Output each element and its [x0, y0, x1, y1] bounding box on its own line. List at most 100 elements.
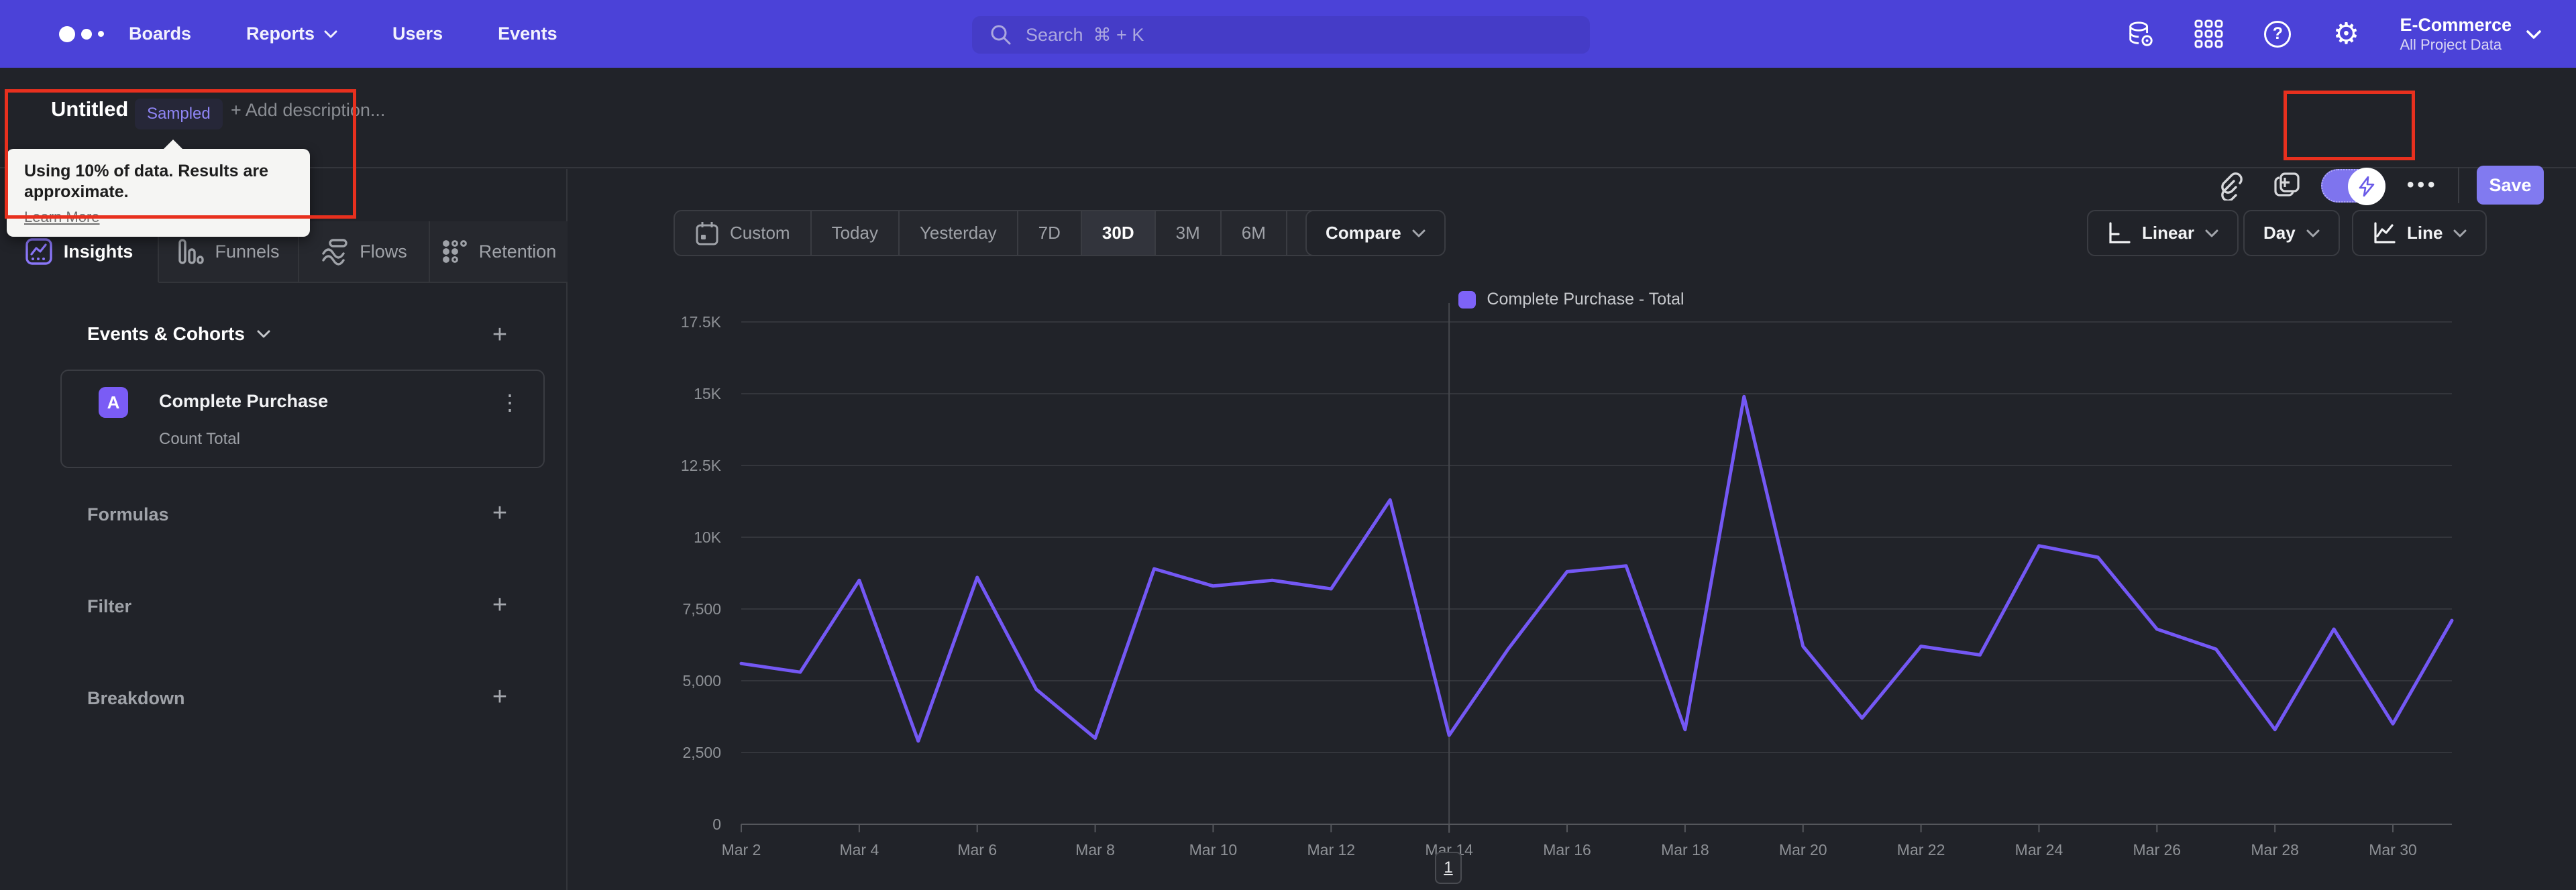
nav-right-cluster: ? ⚙ E-Commerce All Project Data: [2126, 0, 2541, 68]
chevron-down-icon: [257, 330, 270, 338]
chart-type-label: Line: [2407, 223, 2443, 243]
section-formulas: Formulas: [87, 504, 169, 524]
help-icon[interactable]: ?: [2263, 19, 2292, 49]
y-tick-label: 10K: [694, 529, 722, 546]
chart-legend[interactable]: Complete Purchase - Total: [567, 290, 2576, 309]
project-selector[interactable]: E-Commerce All Project Data: [2400, 14, 2541, 54]
funnels-icon: [178, 239, 205, 264]
nav-item-label: Users: [392, 23, 443, 44]
y-tick-label: 17.5K: [681, 313, 722, 331]
events-cohorts-label: Events & Cohorts: [87, 323, 245, 344]
range-today[interactable]: Today: [812, 211, 900, 255]
save-button[interactable]: Save: [2477, 166, 2544, 205]
gear-glyph: ⚙: [2332, 17, 2360, 50]
mixpanel-logo-icon[interactable]: [59, 25, 117, 42]
search-icon: [991, 25, 1011, 45]
x-tick-label: Mar 28: [2251, 841, 2299, 858]
x-tick-label: Mar 8: [1075, 841, 1115, 858]
events-cohorts-header[interactable]: Events & Cohorts: [87, 323, 270, 345]
add-formula-button[interactable]: +: [486, 499, 514, 527]
event-card[interactable]: A Complete Purchase Count Total ⋮: [60, 370, 545, 468]
scale-label: Linear: [2142, 223, 2195, 243]
tab-label: Funnels: [215, 241, 280, 262]
y-tick-label: 7,500: [682, 600, 721, 618]
tab-flows[interactable]: Flows: [299, 221, 430, 283]
global-search[interactable]: [972, 16, 1590, 54]
add-to-board-icon[interactable]: [2271, 170, 2302, 201]
kebab-menu-icon[interactable]: ⋮: [499, 390, 521, 415]
nav-item-boards[interactable]: Boards: [129, 23, 191, 44]
search-input[interactable]: [1024, 23, 1572, 46]
more-options-button[interactable]: •••: [2407, 174, 2438, 197]
chevron-down-icon: [324, 30, 337, 38]
x-tick-label: Mar 16: [1543, 841, 1591, 858]
range-custom[interactable]: Custom: [675, 211, 812, 255]
line-chart-icon: [2374, 221, 2396, 243]
chevron-down-icon: [2205, 229, 2218, 237]
main-nav: Boards Reports Users Events: [129, 23, 557, 44]
apps-grid-icon[interactable]: [2194, 19, 2224, 49]
tab-retention[interactable]: Retention: [430, 221, 568, 283]
legend-swatch: [1458, 290, 1477, 309]
add-breakdown-button[interactable]: +: [486, 683, 514, 711]
range-label: 30D: [1102, 223, 1134, 243]
y-tick-label: 5,000: [682, 672, 721, 689]
y-tick-label: 15K: [694, 385, 722, 402]
report-title[interactable]: Untitled: [51, 97, 128, 121]
flows-icon: [322, 239, 347, 266]
add-event-button[interactable]: +: [486, 321, 514, 349]
nav-item-users[interactable]: Users: [392, 23, 443, 44]
range-yesterday[interactable]: Yesterday: [900, 211, 1018, 255]
nav-item-reports[interactable]: Reports: [246, 23, 337, 44]
nav-item-label: Boards: [129, 23, 192, 44]
report-header-bar: Untitled Sampled + Add description... ••…: [0, 68, 2576, 205]
compare-label: Compare: [1326, 223, 1401, 243]
nav-item-events[interactable]: Events: [498, 23, 557, 44]
scale-dropdown[interactable]: Linear: [2087, 210, 2239, 256]
y-tick-label: 0: [712, 816, 721, 833]
compare-dropdown[interactable]: Compare: [1305, 210, 1446, 256]
tab-label: Flows: [360, 241, 407, 262]
x-tick-label: Mar 26: [2133, 841, 2182, 858]
chart-type-dropdown[interactable]: Line: [2352, 210, 2487, 256]
sampling-toggle[interactable]: [2321, 168, 2385, 205]
learn-more-link[interactable]: Learn More: [24, 209, 100, 226]
x-ticks: Mar 2 Mar 4 Mar 6 Mar 8 Mar 10 Mar 12 Mar 14 Ma…: [722, 824, 2417, 858]
event-name[interactable]: Complete Purchase: [159, 391, 328, 412]
range-6m[interactable]: 6M: [1222, 211, 1287, 255]
series-line-complete-purchase[interactable]: [739, 394, 2454, 743]
x-tick-label: Mar 6: [957, 841, 997, 858]
app-window: Boards Reports Users Events Search ⌘ + K…: [0, 0, 2576, 890]
settings-gear-icon[interactable]: ⚙: [2331, 19, 2361, 49]
line-chart[interactable]: 0 2,500 5,000 7,500 10K 12.5K 15K 17.5K Mar 2 Mar…: [567, 288, 2576, 890]
tab-label: Retention: [478, 241, 557, 262]
range-label: 7D: [1038, 223, 1061, 243]
tab-label: Insights: [63, 241, 133, 262]
nav-item-label: Events: [498, 23, 557, 44]
copy-link-icon[interactable]: [2214, 170, 2245, 201]
range-30d-selected[interactable]: 30D: [1081, 211, 1156, 255]
sampled-badge[interactable]: Sampled: [135, 99, 223, 129]
y-tick-label: 2,500: [682, 744, 721, 761]
project-scope: All Project Data: [2400, 36, 2502, 53]
x-tick-label: Mar 20: [1779, 841, 1827, 858]
chevron-down-icon: [2453, 229, 2467, 237]
tooltip-text: Using 10% of data. Results are approxima…: [24, 162, 269, 202]
interval-dropdown[interactable]: Day: [2243, 210, 2340, 256]
range-label: Yesterday: [919, 223, 997, 243]
x-tick-label: Mar 2: [722, 841, 761, 858]
x-tick-label: Mar 24: [2015, 841, 2063, 858]
data-management-icon[interactable]: [2126, 19, 2155, 49]
divider: [2458, 167, 2459, 203]
range-7d[interactable]: 7D: [1018, 211, 1082, 255]
range-3m[interactable]: 3M: [1156, 211, 1222, 255]
range-label: 6M: [1241, 223, 1266, 243]
x-tick-label: Mar 4: [839, 841, 879, 858]
page-number-input[interactable]: 1: [1435, 852, 1462, 884]
add-description-button[interactable]: + Add description...: [231, 100, 385, 121]
range-label: Today: [831, 223, 878, 243]
add-filter-button[interactable]: +: [486, 591, 514, 619]
event-metric[interactable]: Count Total: [159, 430, 240, 449]
retention-icon: [442, 240, 467, 263]
linear-scale-icon: [2109, 221, 2131, 243]
